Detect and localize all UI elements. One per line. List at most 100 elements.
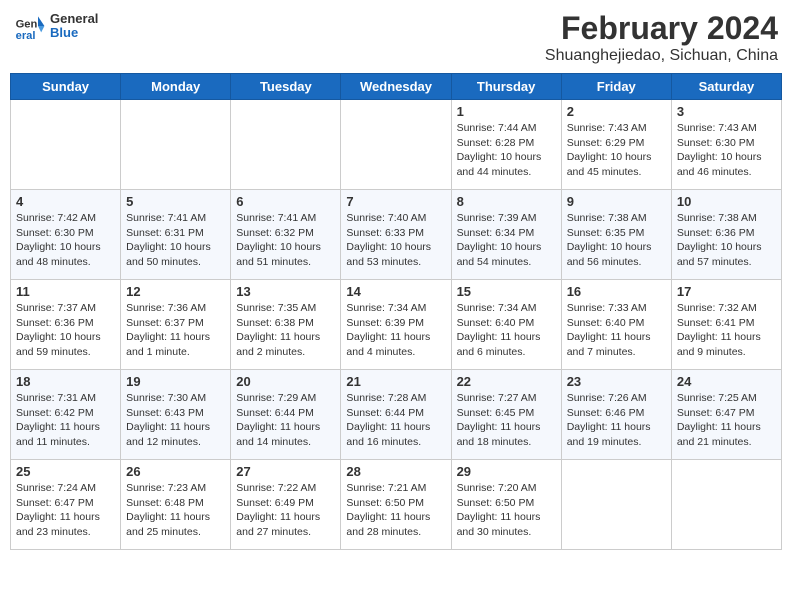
day-number: 22	[457, 374, 556, 389]
calendar-cell: 9Sunrise: 7:38 AMSunset: 6:35 PMDaylight…	[561, 190, 671, 280]
logo: Gen eral General Blue	[14, 10, 98, 42]
day-info: Sunrise: 7:35 AMSunset: 6:38 PMDaylight:…	[236, 301, 335, 360]
location: Shuanghejiedao, Sichuan, China	[545, 47, 778, 65]
day-number: 15	[457, 284, 556, 299]
calendar-cell: 26 Sunrise: 7:23 AMSunset: 6:48 PMDayligh…	[121, 460, 231, 550]
logo-general: General	[50, 12, 98, 26]
day-info: Sunrise: 7:28 AMSunset: 6:44 PMDaylight:…	[346, 391, 445, 450]
calendar-cell: 14 Sunrise: 7:34 AMSunset: 6:39 PMDayligh…	[341, 280, 451, 370]
day-info: Sunrise: 7:38 AMSunset: 6:35 PMDaylight:…	[567, 211, 666, 270]
day-info: Sunrise: 7:33 AMSunset: 6:40 PMDaylight:…	[567, 301, 666, 360]
day-info: Sunrise: 7:30 AMSunset: 6:43 PMDaylight:…	[126, 391, 225, 450]
calendar-table: SundayMondayTuesdayWednesdayThursdayFrid…	[10, 73, 782, 550]
calendar-cell: 10Sunrise: 7:38 AMSunset: 6:36 PMDayligh…	[671, 190, 781, 280]
calendar-cell	[671, 460, 781, 550]
week-row-3: 18 Sunrise: 7:31 AMSunset: 6:42 PMDayligh…	[11, 370, 782, 460]
day-header-saturday: Saturday	[671, 74, 781, 100]
day-header-sunday: Sunday	[11, 74, 121, 100]
day-number: 10	[677, 194, 776, 209]
day-number: 14	[346, 284, 445, 299]
day-info: Sunrise: 7:43 AMSunset: 6:30 PMDaylight:…	[677, 121, 776, 180]
calendar-cell: 4 Sunrise: 7:42 AMSunset: 6:30 PMDaylight…	[11, 190, 121, 280]
day-info: Sunrise: 7:34 AMSunset: 6:40 PMDaylight:…	[457, 301, 556, 360]
day-number: 4	[16, 194, 115, 209]
day-number: 13	[236, 284, 335, 299]
calendar-cell: 7Sunrise: 7:40 AMSunset: 6:33 PMDaylight…	[341, 190, 451, 280]
calendar-cell: 28Sunrise: 7:21 AMSunset: 6:50 PMDayligh…	[341, 460, 451, 550]
day-number: 12	[126, 284, 225, 299]
day-number: 16	[567, 284, 666, 299]
calendar-cell: 15 Sunrise: 7:34 AMSunset: 6:40 PMDayligh…	[451, 280, 561, 370]
day-number: 2	[567, 104, 666, 119]
title-block: February 2024 Shuanghejiedao, Sichuan, C…	[545, 10, 778, 65]
day-header-thursday: Thursday	[451, 74, 561, 100]
calendar-cell: 8 Sunrise: 7:39 AMSunset: 6:34 PMDaylight…	[451, 190, 561, 280]
week-row-4: 25 Sunrise: 7:24 AMSunset: 6:47 PMDayligh…	[11, 460, 782, 550]
week-row-0: 1 Sunrise: 7:44 AMSunset: 6:28 PMDaylight…	[11, 100, 782, 190]
day-header-friday: Friday	[561, 74, 671, 100]
week-row-2: 11 Sunrise: 7:37 AMSunset: 6:36 PMDayligh…	[11, 280, 782, 370]
calendar-cell: 27Sunrise: 7:22 AMSunset: 6:49 PMDayligh…	[231, 460, 341, 550]
day-info: Sunrise: 7:24 AMSunset: 6:47 PMDaylight:…	[16, 481, 115, 540]
svg-text:eral: eral	[16, 30, 36, 42]
day-number: 24	[677, 374, 776, 389]
calendar-cell: 29 Sunrise: 7:20 AMSunset: 6:50 PMDayligh…	[451, 460, 561, 550]
day-number: 18	[16, 374, 115, 389]
calendar-cell	[121, 100, 231, 190]
day-number: 19	[126, 374, 225, 389]
calendar-cell: 25 Sunrise: 7:24 AMSunset: 6:47 PMDayligh…	[11, 460, 121, 550]
day-info: Sunrise: 7:34 AMSunset: 6:39 PMDaylight:…	[346, 301, 445, 360]
calendar-cell: 20Sunrise: 7:29 AMSunset: 6:44 PMDayligh…	[231, 370, 341, 460]
day-info: Sunrise: 7:26 AMSunset: 6:46 PMDaylight:…	[567, 391, 666, 450]
logo-blue: Blue	[50, 26, 98, 40]
day-info: Sunrise: 7:27 AMSunset: 6:45 PMDaylight:…	[457, 391, 556, 450]
calendar-cell	[561, 460, 671, 550]
day-info: Sunrise: 7:29 AMSunset: 6:44 PMDaylight:…	[236, 391, 335, 450]
day-info: Sunrise: 7:41 AMSunset: 6:31 PMDaylight:…	[126, 211, 225, 270]
day-number: 3	[677, 104, 776, 119]
day-header-tuesday: Tuesday	[231, 74, 341, 100]
calendar-cell: 6Sunrise: 7:41 AMSunset: 6:32 PMDaylight…	[231, 190, 341, 280]
calendar-cell: 13 Sunrise: 7:35 AMSunset: 6:38 PMDayligh…	[231, 280, 341, 370]
calendar-cell: 1 Sunrise: 7:44 AMSunset: 6:28 PMDaylight…	[451, 100, 561, 190]
day-info: Sunrise: 7:44 AMSunset: 6:28 PMDaylight:…	[457, 121, 556, 180]
day-info: Sunrise: 7:31 AMSunset: 6:42 PMDaylight:…	[16, 391, 115, 450]
day-info: Sunrise: 7:20 AMSunset: 6:50 PMDaylight:…	[457, 481, 556, 540]
logo-icon: Gen eral	[14, 10, 46, 42]
day-number: 27	[236, 464, 335, 479]
week-row-1: 4 Sunrise: 7:42 AMSunset: 6:30 PMDaylight…	[11, 190, 782, 280]
day-info: Sunrise: 7:25 AMSunset: 6:47 PMDaylight:…	[677, 391, 776, 450]
calendar-cell: 21Sunrise: 7:28 AMSunset: 6:44 PMDayligh…	[341, 370, 451, 460]
calendar-cell: 19 Sunrise: 7:30 AMSunset: 6:43 PMDayligh…	[121, 370, 231, 460]
day-number: 26	[126, 464, 225, 479]
day-number: 1	[457, 104, 556, 119]
calendar-cell: 24 Sunrise: 7:25 AMSunset: 6:47 PMDayligh…	[671, 370, 781, 460]
day-info: Sunrise: 7:42 AMSunset: 6:30 PMDaylight:…	[16, 211, 115, 270]
day-number: 11	[16, 284, 115, 299]
day-header-wednesday: Wednesday	[341, 74, 451, 100]
calendar-cell: 17 Sunrise: 7:32 AMSunset: 6:41 PMDayligh…	[671, 280, 781, 370]
calendar-cell: 12 Sunrise: 7:36 AMSunset: 6:37 PMDayligh…	[121, 280, 231, 370]
calendar-cell: 3 Sunrise: 7:43 AMSunset: 6:30 PMDaylight…	[671, 100, 781, 190]
day-number: 25	[16, 464, 115, 479]
calendar-cell: 5Sunrise: 7:41 AMSunset: 6:31 PMDaylight…	[121, 190, 231, 280]
calendar-cell: 2Sunrise: 7:43 AMSunset: 6:29 PMDaylight…	[561, 100, 671, 190]
day-header-monday: Monday	[121, 74, 231, 100]
day-info: Sunrise: 7:37 AMSunset: 6:36 PMDaylight:…	[16, 301, 115, 360]
day-info: Sunrise: 7:23 AMSunset: 6:48 PMDaylight:…	[126, 481, 225, 540]
calendar-cell: 16 Sunrise: 7:33 AMSunset: 6:40 PMDayligh…	[561, 280, 671, 370]
calendar-cell: 23Sunrise: 7:26 AMSunset: 6:46 PMDayligh…	[561, 370, 671, 460]
day-info: Sunrise: 7:36 AMSunset: 6:37 PMDaylight:…	[126, 301, 225, 360]
day-number: 6	[236, 194, 335, 209]
day-number: 17	[677, 284, 776, 299]
day-info: Sunrise: 7:32 AMSunset: 6:41 PMDaylight:…	[677, 301, 776, 360]
day-number: 29	[457, 464, 556, 479]
calendar-cell	[341, 100, 451, 190]
page-header: Gen eral General Blue February 2024 Shua…	[10, 10, 782, 65]
logo-text: General Blue	[50, 12, 98, 41]
day-info: Sunrise: 7:39 AMSunset: 6:34 PMDaylight:…	[457, 211, 556, 270]
day-number: 8	[457, 194, 556, 209]
day-info: Sunrise: 7:40 AMSunset: 6:33 PMDaylight:…	[346, 211, 445, 270]
month-title: February 2024	[545, 10, 778, 47]
day-info: Sunrise: 7:21 AMSunset: 6:50 PMDaylight:…	[346, 481, 445, 540]
